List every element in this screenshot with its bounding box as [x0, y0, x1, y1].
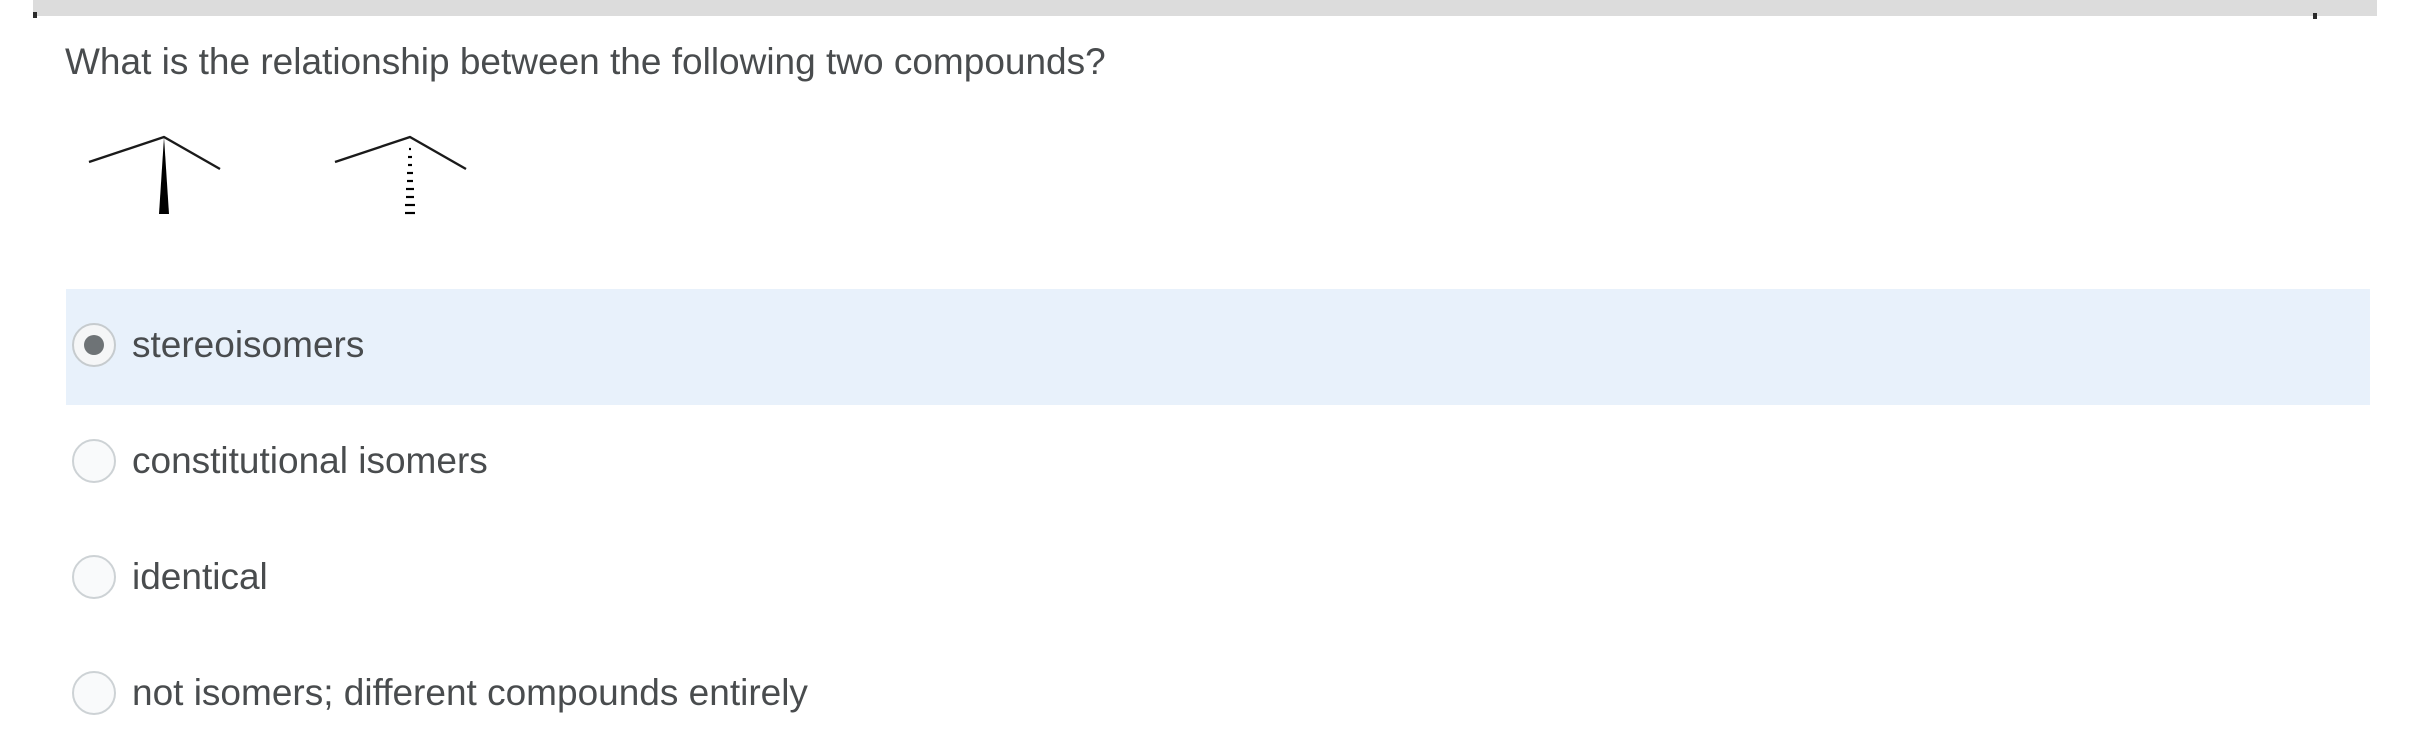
molecule-dash-structure	[326, 125, 476, 230]
option-stereoisomers[interactable]: stereoisomers	[66, 289, 2370, 405]
dash-bond	[405, 147, 415, 215]
radio-dot	[84, 335, 104, 355]
carbon-chain-line	[334, 135, 467, 171]
option-constitutional-isomers[interactable]: constitutional isomers	[66, 405, 2370, 521]
molecule-wedge-structure	[80, 125, 230, 230]
option-label: stereoisomers	[132, 324, 365, 365]
top-divider-bar	[33, 0, 2377, 19]
option-not-isomers[interactable]: not isomers; different compounds entirel…	[66, 637, 2370, 753]
bar-mark-left	[33, 12, 37, 18]
wedge-molecule-svg	[88, 135, 221, 214]
option-label: not isomers; different compounds entirel…	[132, 672, 808, 713]
bar-mark-right	[2313, 13, 2317, 19]
option-identical[interactable]: identical	[66, 521, 2370, 637]
wedge-bond	[159, 137, 169, 214]
dash-molecule-svg	[334, 135, 467, 215]
radio-button[interactable]	[72, 671, 116, 715]
option-label: identical	[132, 556, 268, 597]
radio-button[interactable]	[72, 439, 116, 483]
radio-button[interactable]	[72, 555, 116, 599]
option-label: constitutional isomers	[132, 440, 488, 481]
carbon-chain-line	[88, 135, 221, 171]
question-text: What is the relationship between the fol…	[65, 41, 1106, 82]
radio-button-selected[interactable]	[72, 323, 116, 367]
answer-options: stereoisomers constitutional isomers ide…	[66, 289, 2370, 753]
